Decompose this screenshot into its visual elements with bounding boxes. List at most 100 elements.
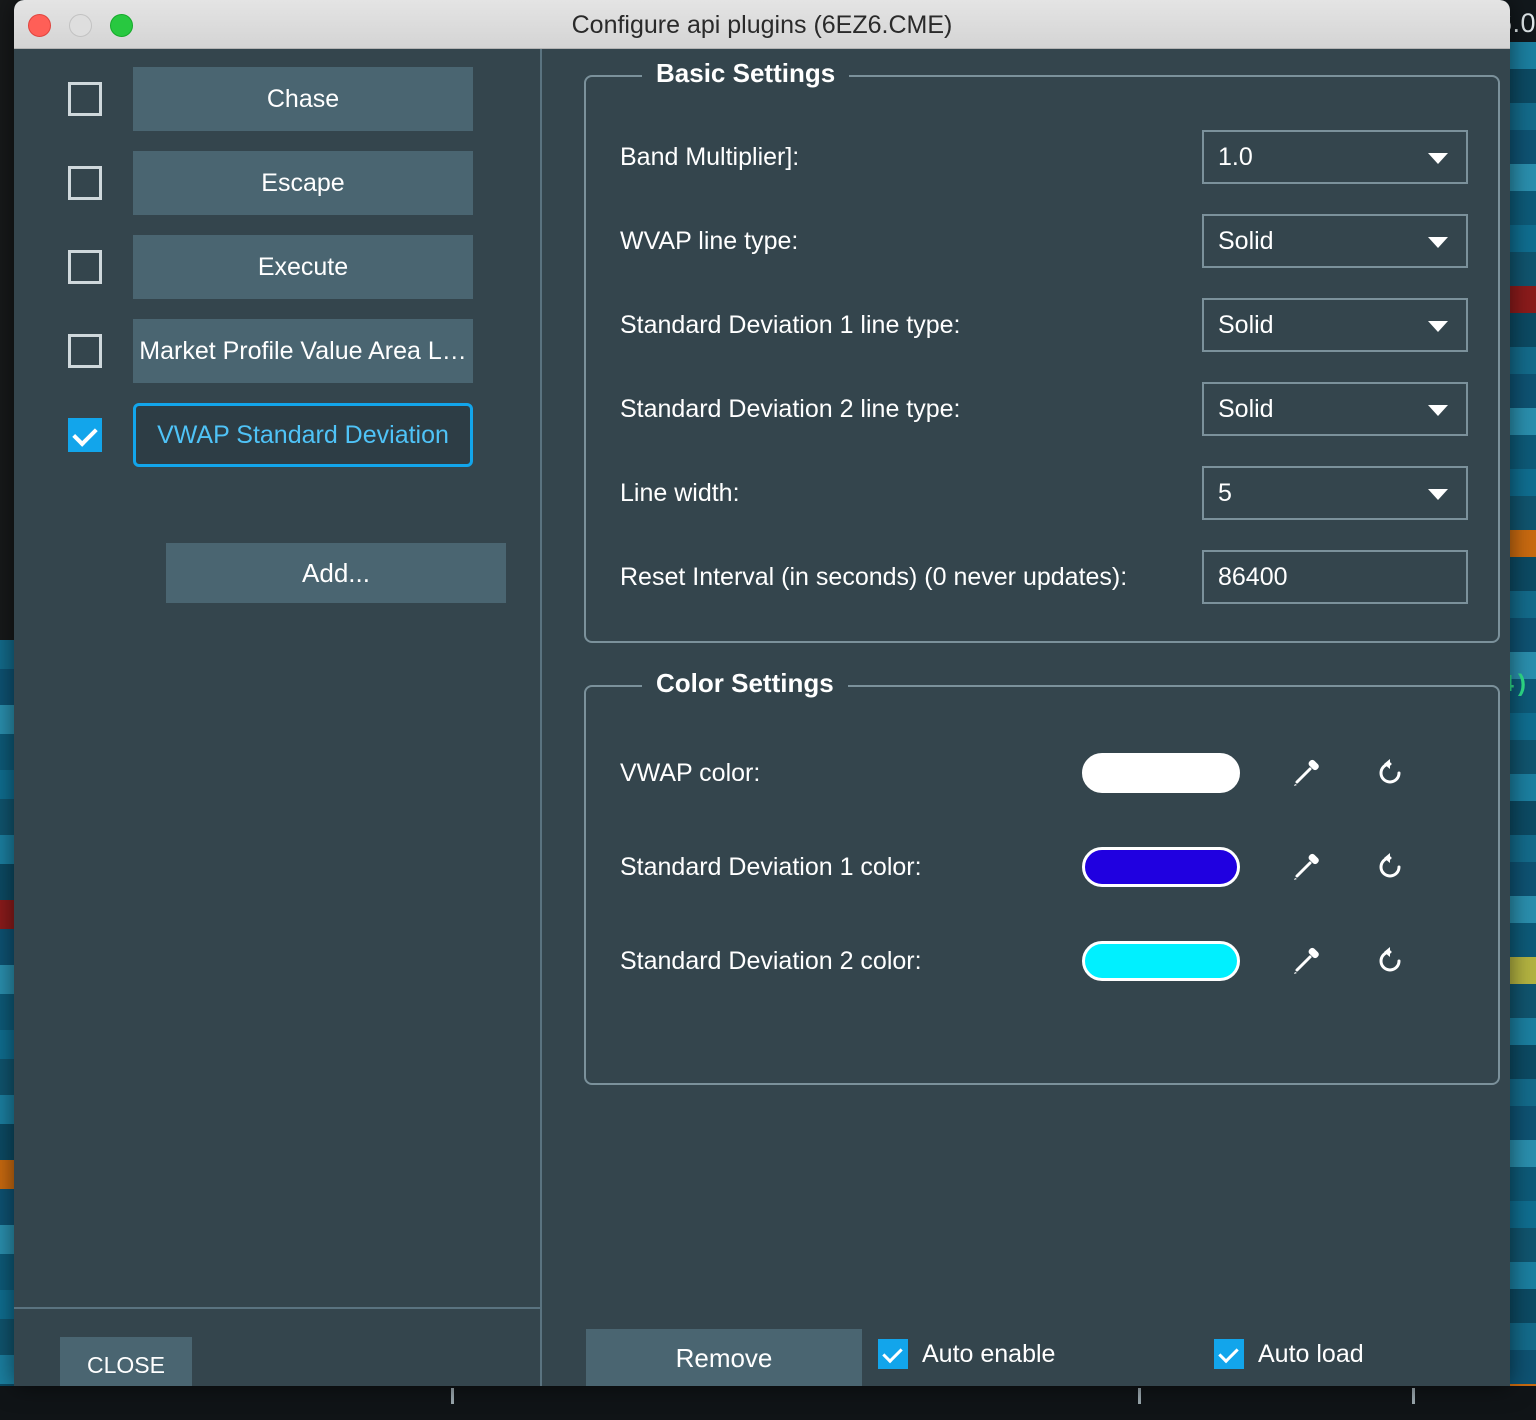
plugin-list-item: Escape [14,151,473,215]
plugin-enable-checkbox[interactable] [68,418,102,452]
background-tick [1412,1388,1415,1404]
setting-dropdown[interactable]: Solid [1202,298,1468,352]
window-title: Configure api plugins (6EZ6.CME) [571,11,953,39]
configure-plugins-dialog: Configure api plugins (6EZ6.CME) Chase Es… [14,0,1510,1386]
reset-icon[interactable] [1368,751,1412,795]
ladder-band [1508,1323,1536,1350]
ladder-band [1508,862,1536,896]
ladder-band [1508,374,1536,408]
ladder-band [1508,1079,1536,1106]
checkbox-label: Auto enable [922,1339,1056,1368]
eyedropper-icon[interactable] [1284,939,1328,983]
dropdown-value: Solid [1218,310,1274,339]
settings-panel: Basic Settings Band Multiplier]: 1.0 WVAP … [542,49,1510,1386]
setting-label: WVAP line type: [620,226,799,255]
ladder-band [1508,1228,1536,1262]
color-swatch[interactable] [1082,847,1240,887]
setting-row: Band Multiplier]: 1.0 [586,127,1498,187]
chevron-down-icon [1428,321,1448,332]
color-setting-row: Standard Deviation 1 color: [586,837,1498,897]
ladder-band [1508,774,1536,801]
plugin-list-item: Execute [14,235,473,299]
plugin-button[interactable]: VWAP Standard Deviation [133,403,473,467]
checkbox[interactable] [1214,1339,1244,1369]
setting-row: Standard Deviation 2 line type: Solid [586,379,1498,439]
ladder-band [1508,469,1536,496]
checkbox-label: Auto load [1258,1339,1364,1368]
ladder-band [1508,1106,1536,1140]
color-swatch[interactable] [1082,753,1240,793]
add-plugin-button[interactable]: Add... [166,543,506,603]
color-setting-label: Standard Deviation 1 color: [620,852,922,881]
dialog-bottom-bar: Remove Auto enable Auto load [542,1329,1510,1386]
ladder-band [1508,435,1536,469]
dialog-body: Chase Escape Execute Market Profile Value A… [14,49,1510,1386]
ladder-band [1508,130,1536,164]
reset-icon[interactable] [1368,845,1412,889]
setting-row: Standard Deviation 1 line type: Solid [586,295,1498,355]
window-titlebar[interactable]: Configure api plugins (6EZ6.CME) [14,0,1510,49]
setting-label: Standard Deviation 2 line type: [620,394,961,423]
plugin-button[interactable]: Execute [133,235,473,299]
ladder-band [1508,225,1536,252]
plugin-button[interactable]: Escape [133,151,473,215]
chevron-down-icon [1428,489,1448,500]
ladder-band [1508,164,1536,191]
ladder-band [1508,557,1536,591]
color-setting-label: Standard Deviation 2 color: [620,946,922,975]
ladder-band [1508,984,1536,1018]
background-price-ladder-right [1508,42,1536,1411]
bottom-checkbox-item: Auto load [1214,1339,1364,1369]
reset-icon[interactable] [1368,939,1412,983]
ladder-band [1508,1350,1536,1384]
setting-dropdown[interactable]: 1.0 [1202,130,1468,184]
setting-row: Line width: 5 [586,463,1498,523]
ladder-band [1508,1045,1536,1079]
dropdown-value: Solid [1218,226,1274,255]
ladder-band [1508,347,1536,374]
ladder-band [1508,530,1536,557]
color-settings-group: Color Settings VWAP color: Standard Devia… [584,668,1500,1085]
close-button[interactable]: CLOSE [60,1337,192,1386]
background-tick [1138,1388,1141,1404]
ladder-band [1508,286,1536,313]
left-panel-divider [14,1307,540,1309]
color-settings-legend: Color Settings [642,668,848,699]
setting-dropdown[interactable]: Solid [1202,214,1468,268]
ladder-band [1508,923,1536,957]
ladder-band [1508,1167,1536,1201]
ladder-band [1508,103,1536,130]
plugin-button[interactable]: Chase [133,67,473,131]
dropdown-value: 1.0 [1218,142,1253,171]
color-swatch[interactable] [1082,941,1240,981]
ladder-band [1508,191,1536,225]
checkbox[interactable] [878,1339,908,1369]
ladder-band [1508,1201,1536,1228]
plugin-enable-checkbox[interactable] [68,334,102,368]
plugin-enable-checkbox[interactable] [68,82,102,116]
plugin-enable-checkbox[interactable] [68,166,102,200]
plugin-list-panel: Chase Escape Execute Market Profile Value A… [14,49,542,1386]
eyedropper-icon[interactable] [1284,751,1328,795]
ladder-band [1508,42,1536,69]
setting-text-input[interactable]: 86400 [1202,550,1468,604]
setting-row: WVAP line type: Solid [586,211,1498,271]
ladder-band [1508,740,1536,774]
ladder-band [1508,713,1536,740]
setting-dropdown[interactable]: Solid [1202,382,1468,436]
setting-dropdown[interactable]: 5 [1202,466,1468,520]
setting-label: Reset Interval (in seconds) (0 never upd… [620,562,1128,591]
text-input-value: 86400 [1218,562,1288,591]
color-setting-label: VWAP color: [620,758,761,787]
bottom-checkbox-item: Auto enable [878,1339,1055,1369]
ladder-band [1508,1262,1536,1289]
color-setting-row: Standard Deviation 2 color: [586,931,1498,991]
chevron-down-icon [1428,405,1448,416]
ladder-band [1508,69,1536,103]
eyedropper-icon[interactable] [1284,845,1328,889]
plugin-list-item: Market Profile Value Area L… [14,319,473,383]
remove-button[interactable]: Remove [586,1329,862,1386]
plugin-enable-checkbox[interactable] [68,250,102,284]
plugin-button[interactable]: Market Profile Value Area L… [133,319,473,383]
ladder-band [1508,496,1536,530]
